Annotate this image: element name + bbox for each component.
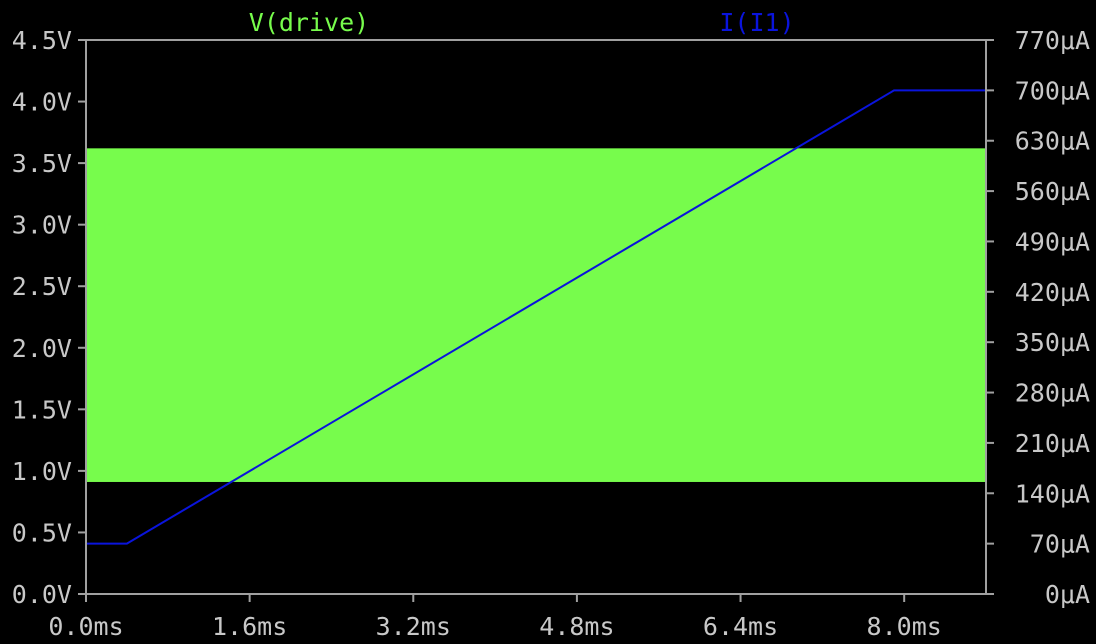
x-tick-label: 3.2ms [376,612,451,641]
right-tick-label: 490μA [1015,227,1090,256]
x-tick-label: 4.8ms [539,612,614,641]
right-tick-label: 210μA [1015,429,1090,458]
left-tick-label: 0.0V [12,580,72,609]
left-tick-label: 1.5V [12,395,72,424]
left-tick-label: 3.0V [12,211,72,240]
right-tick-label: 140μA [1015,479,1090,508]
x-tick-label: 6.4ms [703,612,778,641]
left-tick-label: 2.0V [12,334,72,363]
trace-label-vdrive[interactable]: V(drive) [249,8,369,37]
left-tick-label: 0.5V [12,518,72,547]
right-tick-label: 560μA [1015,177,1090,206]
right-tick-label: 0μA [1045,580,1090,609]
left-tick-label: 3.5V [12,149,72,178]
trace-label-ii1[interactable]: I(I1) [719,8,794,37]
series-vdrive-band [86,148,986,482]
right-tick-label: 420μA [1015,278,1090,307]
right-tick-label: 350μA [1015,328,1090,357]
right-tick-label: 630μA [1015,127,1090,156]
right-tick-label: 700μA [1015,76,1090,105]
x-tick-label: 8.0ms [867,612,942,641]
left-tick-label: 4.0V [12,88,72,117]
x-tick-label: 0.0ms [48,612,123,641]
right-tick-label: 280μA [1015,379,1090,408]
x-tick-label: 1.6ms [212,612,287,641]
right-tick-label: 70μA [1030,530,1090,559]
left-tick-label: 2.5V [12,272,72,301]
right-tick-label: 770μA [1015,26,1090,55]
traces-layer [86,89,986,545]
left-tick-label: 4.5V [12,26,72,55]
left-tick-label: 1.0V [12,457,72,486]
waveform-plot: 0.0ms 1.6ms 3.2ms 4.8ms 6.4ms 8.0ms 0.0V 0.5V 1.… [0,0,1096,644]
